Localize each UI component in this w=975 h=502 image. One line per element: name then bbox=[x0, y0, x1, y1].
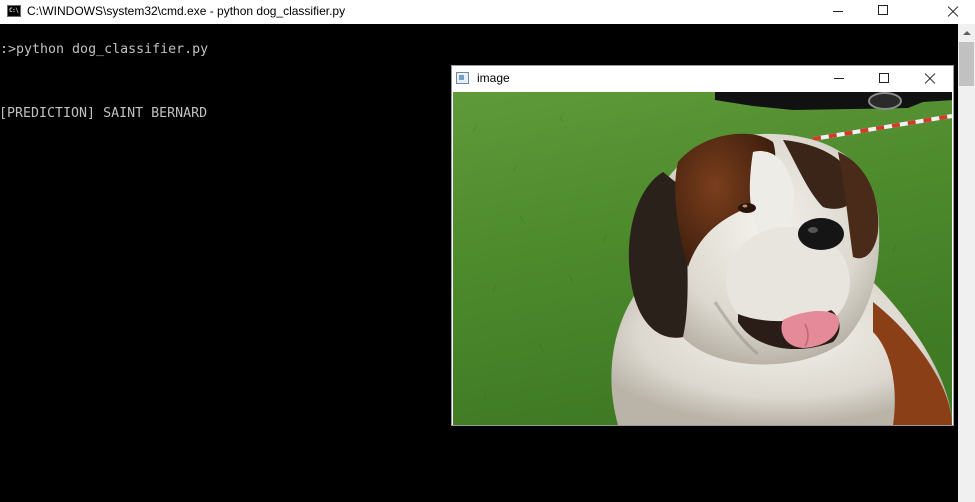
console-scrollbar[interactable] bbox=[958, 24, 975, 502]
image-window-title-bar[interactable]: image bbox=[452, 66, 953, 92]
cmd-close-button[interactable] bbox=[930, 0, 975, 24]
close-icon bbox=[924, 73, 935, 84]
console-line-command: D:>python dog_classifier.py bbox=[0, 42, 209, 57]
image-window[interactable]: image bbox=[451, 65, 954, 426]
scroll-thumb[interactable] bbox=[959, 42, 974, 86]
image-window-icon[interactable] bbox=[456, 72, 469, 84]
scroll-up-arrow-icon[interactable] bbox=[958, 24, 975, 41]
image-maximize-button[interactable] bbox=[861, 67, 907, 91]
photo-saint-bernard bbox=[453, 92, 952, 425]
image-minimize-button[interactable] bbox=[816, 67, 862, 91]
maximize-icon bbox=[878, 5, 888, 15]
maximize-icon bbox=[879, 73, 889, 83]
cmd-icon[interactable]: C:\ bbox=[7, 5, 21, 17]
cmd-minimize-button[interactable] bbox=[816, 0, 861, 24]
image-close-button[interactable] bbox=[907, 67, 953, 91]
cmd-window-title: C:\WINDOWS\system32\cmd.exe - python dog… bbox=[27, 4, 346, 18]
console-line-prediction: [PREDICTION] SAINT BERNARD bbox=[0, 106, 208, 121]
cmd-maximize-button[interactable] bbox=[861, 0, 906, 24]
dog-photo bbox=[453, 92, 952, 425]
minimize-icon bbox=[834, 78, 844, 79]
close-icon bbox=[947, 6, 958, 17]
image-window-title: image bbox=[477, 71, 510, 85]
cmd-title-bar[interactable]: C:\ C:\WINDOWS\system32\cmd.exe - python… bbox=[0, 0, 975, 24]
minimize-icon bbox=[833, 11, 843, 12]
